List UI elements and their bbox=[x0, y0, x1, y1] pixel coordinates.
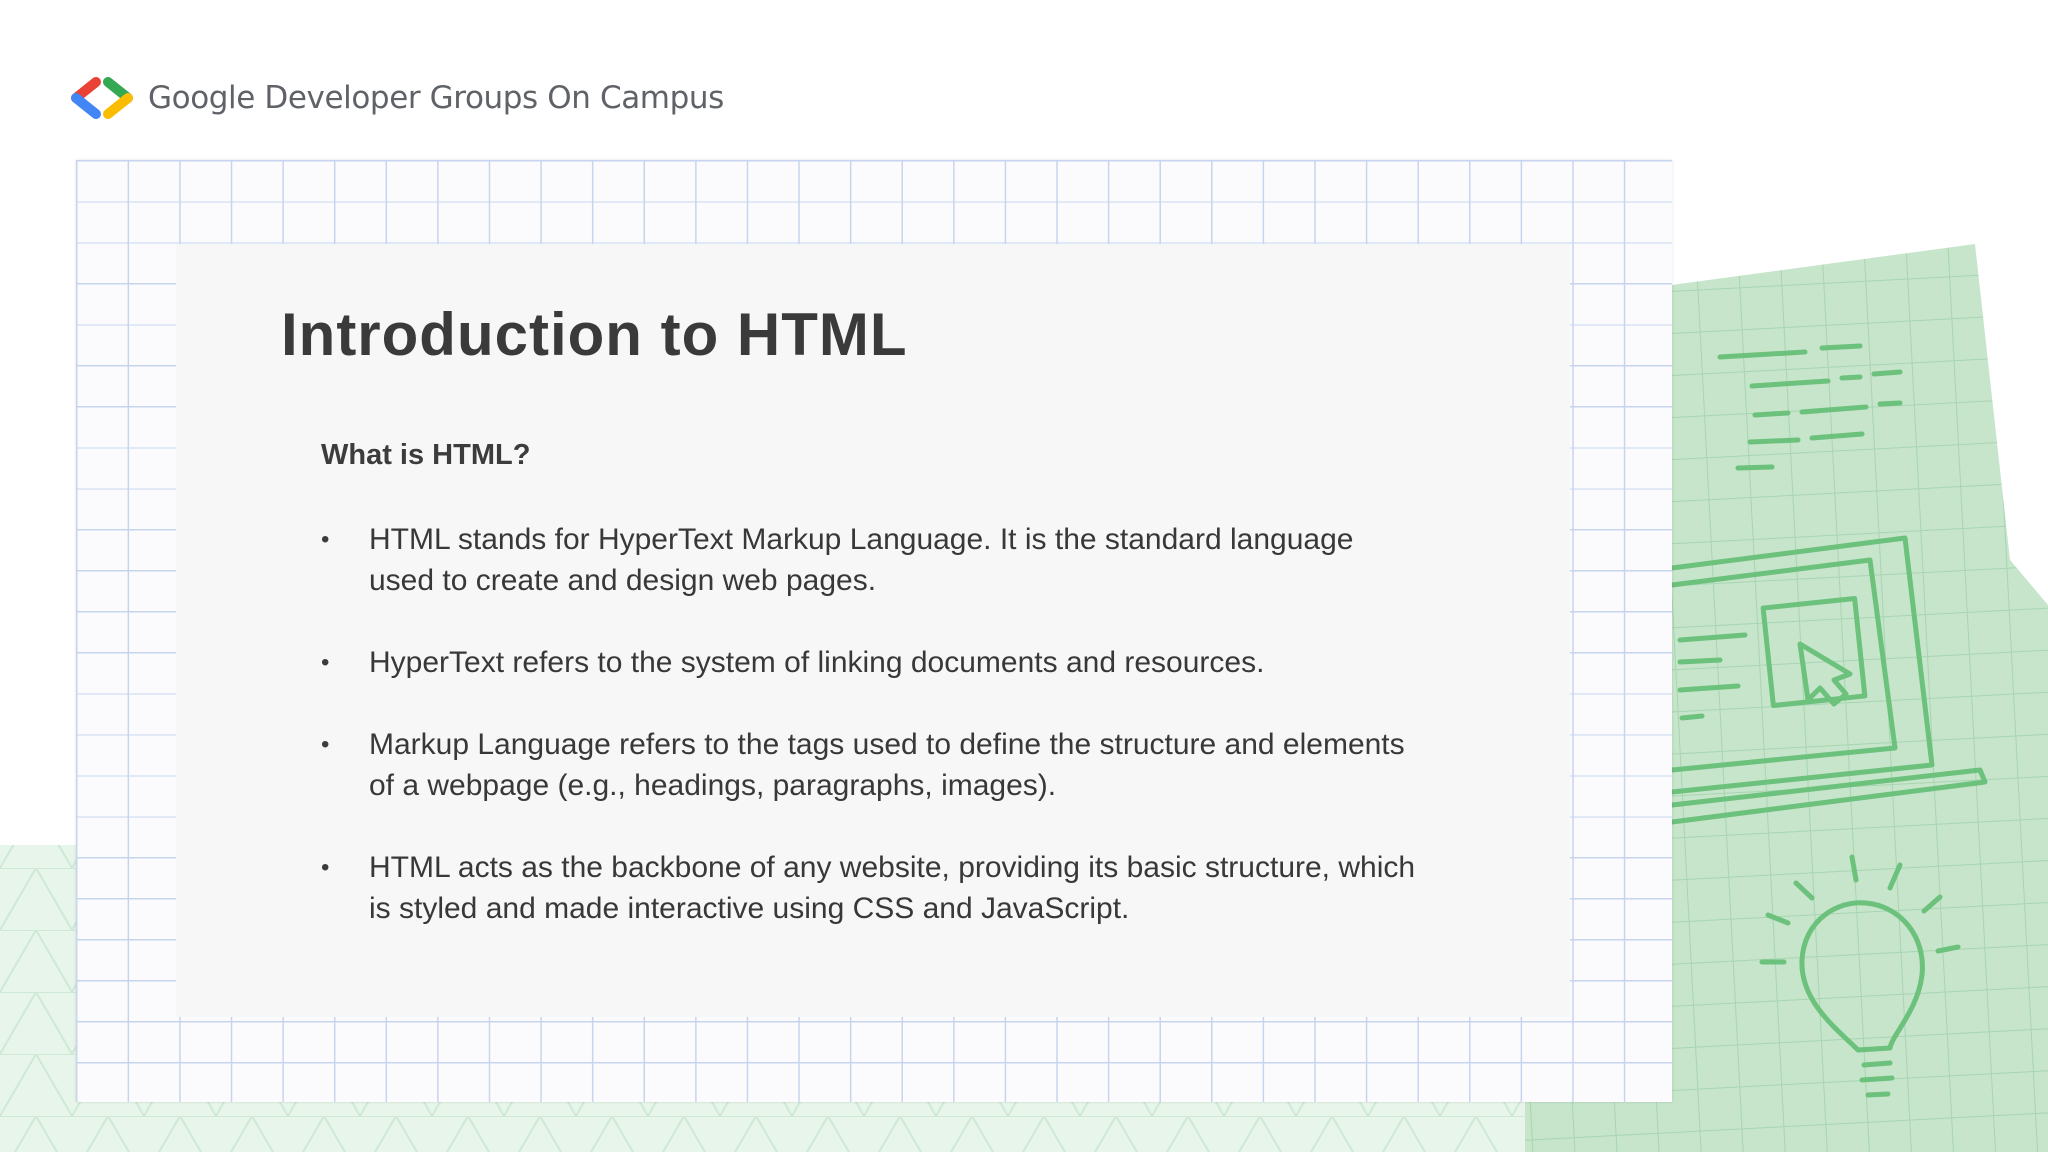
gdg-chevrons-logo-icon bbox=[71, 77, 133, 119]
bullet-text: Markup Language refers to the tags used … bbox=[369, 728, 1405, 802]
bullet-marker: • bbox=[321, 731, 330, 758]
bullet-item-markup-language: • Markup Language refers to the tags use… bbox=[321, 724, 1421, 806]
slide-subheading: What is HTML? bbox=[321, 439, 531, 471]
bullet-text: HyperText refers to the system of linkin… bbox=[369, 646, 1265, 679]
bullet-text: HTML acts as the backbone of any website… bbox=[369, 851, 1416, 925]
slide-title: Introduction to HTML bbox=[281, 301, 908, 368]
bullet-item-html-definition: • HTML stands for HyperText Markup Langu… bbox=[321, 519, 1421, 601]
bullet-text: HTML stands for HyperText Markup Languag… bbox=[369, 523, 1354, 597]
bullet-item-hypertext: • HyperText refers to the system of link… bbox=[321, 642, 1421, 683]
bullet-marker: • bbox=[321, 526, 330, 553]
bullet-item-backbone: • HTML acts as the backbone of any websi… bbox=[321, 847, 1421, 929]
brand-header: Google Developer Groups On Campus bbox=[66, 74, 724, 122]
bullet-marker: • bbox=[321, 649, 330, 676]
bullet-marker: • bbox=[321, 854, 330, 881]
brand-text: Google Developer Groups On Campus bbox=[148, 80, 724, 116]
bullet-list: • HTML stands for HyperText Markup Langu… bbox=[321, 519, 1421, 970]
